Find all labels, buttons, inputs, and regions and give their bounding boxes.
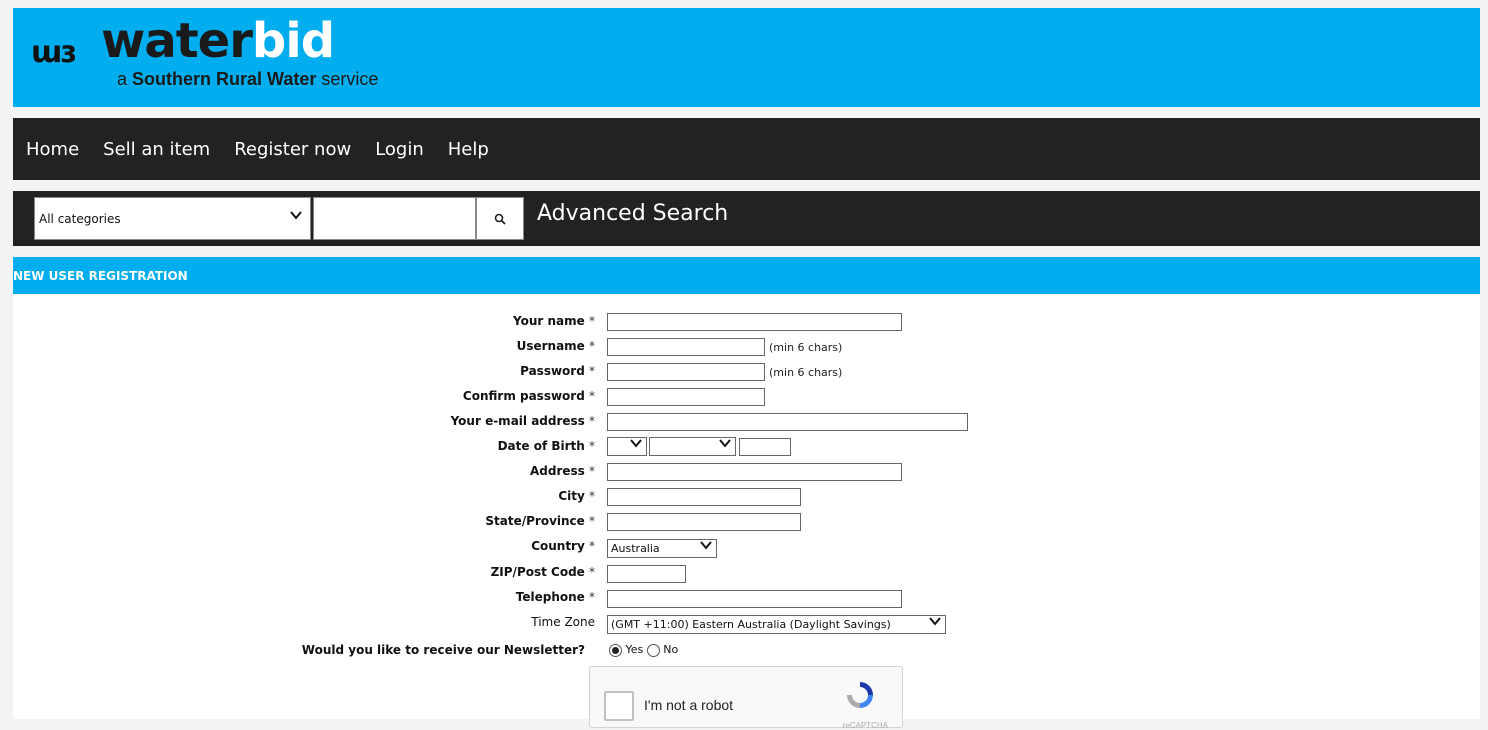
your-name-label: Your name *	[513, 314, 595, 328]
password-label: Password *	[520, 364, 595, 378]
newsletter-yes-radio[interactable]	[609, 643, 622, 657]
chevron-down-icon	[630, 437, 642, 454]
recaptcha-icon	[844, 679, 876, 715]
country-label: Country *	[531, 539, 595, 553]
email-input[interactable]	[607, 413, 968, 431]
newsletter-options: Yes No	[609, 643, 678, 657]
logo-word-water: water	[101, 13, 253, 69]
address-label: Address *	[530, 464, 595, 478]
username-input[interactable]	[607, 338, 765, 356]
chevron-down-icon	[719, 437, 731, 454]
newsletter-label: Would you like to receive our Newsletter…	[301, 643, 585, 657]
password-input[interactable]	[607, 363, 765, 381]
timezone-select[interactable]: (GMT +11:00) Eastern Australia (Daylight…	[607, 615, 946, 634]
username-hint: (min 6 chars)	[769, 341, 843, 354]
search-button[interactable]	[476, 197, 524, 240]
city-label: City *	[558, 489, 595, 503]
nav-sell-an-item[interactable]: Sell an item	[103, 139, 210, 160]
newsletter-yes-label: Yes	[625, 643, 644, 656]
nav-home[interactable]: Home	[26, 139, 79, 160]
email-label: Your e-mail address *	[450, 414, 595, 428]
newsletter-no-label: No	[663, 643, 679, 656]
telephone-label: Telephone *	[515, 590, 595, 604]
timezone-label: Time Zone	[531, 615, 595, 629]
confirm-password-label: Confirm password *	[462, 389, 595, 403]
waterbid-logo-mark[interactable]: ɯɜ	[31, 35, 77, 70]
search-bar: All categories Advanced Search	[13, 191, 1480, 246]
nav-login[interactable]: Login	[375, 139, 424, 160]
advanced-search-link[interactable]: Advanced Search	[537, 201, 728, 226]
country-value: Australia	[611, 542, 660, 555]
search-input[interactable]	[313, 197, 476, 240]
dob-label: Date of Birth *	[497, 439, 595, 453]
section-header: NEW USER REGISTRATION	[13, 257, 1480, 294]
zip-label: ZIP/Post Code *	[490, 565, 595, 579]
logo-word-bid: bid	[251, 13, 335, 69]
recaptcha-widget: I'm not a robot reCAPTCHA	[589, 666, 903, 730]
confirm-password-input[interactable]	[607, 388, 765, 406]
nav-register-now[interactable]: Register now	[234, 139, 351, 160]
page: ɯɜ waterbid a Southern Rural Water servi…	[13, 8, 1480, 730]
recaptcha-label: I'm not a robot	[644, 697, 734, 713]
site-header: ɯɜ waterbid a Southern Rural Water servi…	[13, 8, 1480, 107]
recaptcha-brand: reCAPTCHA	[842, 721, 888, 730]
section-title: NEW USER REGISTRATION	[13, 268, 188, 283]
dob-day-select[interactable]	[607, 437, 647, 456]
main-nav: Home Sell an item Register now Login Hel…	[13, 118, 1480, 180]
zip-input[interactable]	[607, 565, 686, 583]
dob-year-input[interactable]	[739, 438, 791, 456]
tagline: a Southern Rural Water service	[117, 69, 378, 90]
nav-help[interactable]: Help	[448, 139, 489, 160]
newsletter-no-radio[interactable]	[646, 643, 660, 657]
country-select[interactable]: Australia	[607, 539, 717, 558]
password-hint: (min 6 chars)	[769, 366, 843, 379]
chevron-down-icon	[290, 209, 302, 225]
timezone-value: (GMT +11:00) Eastern Australia (Daylight…	[611, 618, 891, 631]
tagline-brand: Southern Rural Water	[132, 69, 317, 89]
dob-month-select[interactable]	[649, 437, 736, 456]
chevron-down-icon	[700, 539, 712, 556]
recaptcha-checkbox[interactable]	[604, 691, 634, 721]
tagline-suffix: service	[316, 69, 379, 89]
chevron-down-icon	[929, 615, 941, 632]
your-name-input[interactable]	[607, 313, 902, 331]
category-select[interactable]: All categories	[34, 197, 311, 240]
registration-form: Your name * Username * (min 6 chars) Pas…	[13, 294, 1480, 730]
tagline-prefix: a	[117, 69, 133, 89]
username-label: Username *	[516, 339, 595, 353]
category-select-value: All categories	[39, 211, 121, 226]
waterbid-logo[interactable]: waterbid	[101, 13, 335, 69]
telephone-input[interactable]	[607, 590, 902, 608]
city-input[interactable]	[607, 488, 801, 506]
search-icon	[494, 213, 506, 225]
state-input[interactable]	[607, 513, 801, 531]
address-input[interactable]	[607, 463, 902, 481]
state-label: State/Province *	[485, 514, 595, 528]
